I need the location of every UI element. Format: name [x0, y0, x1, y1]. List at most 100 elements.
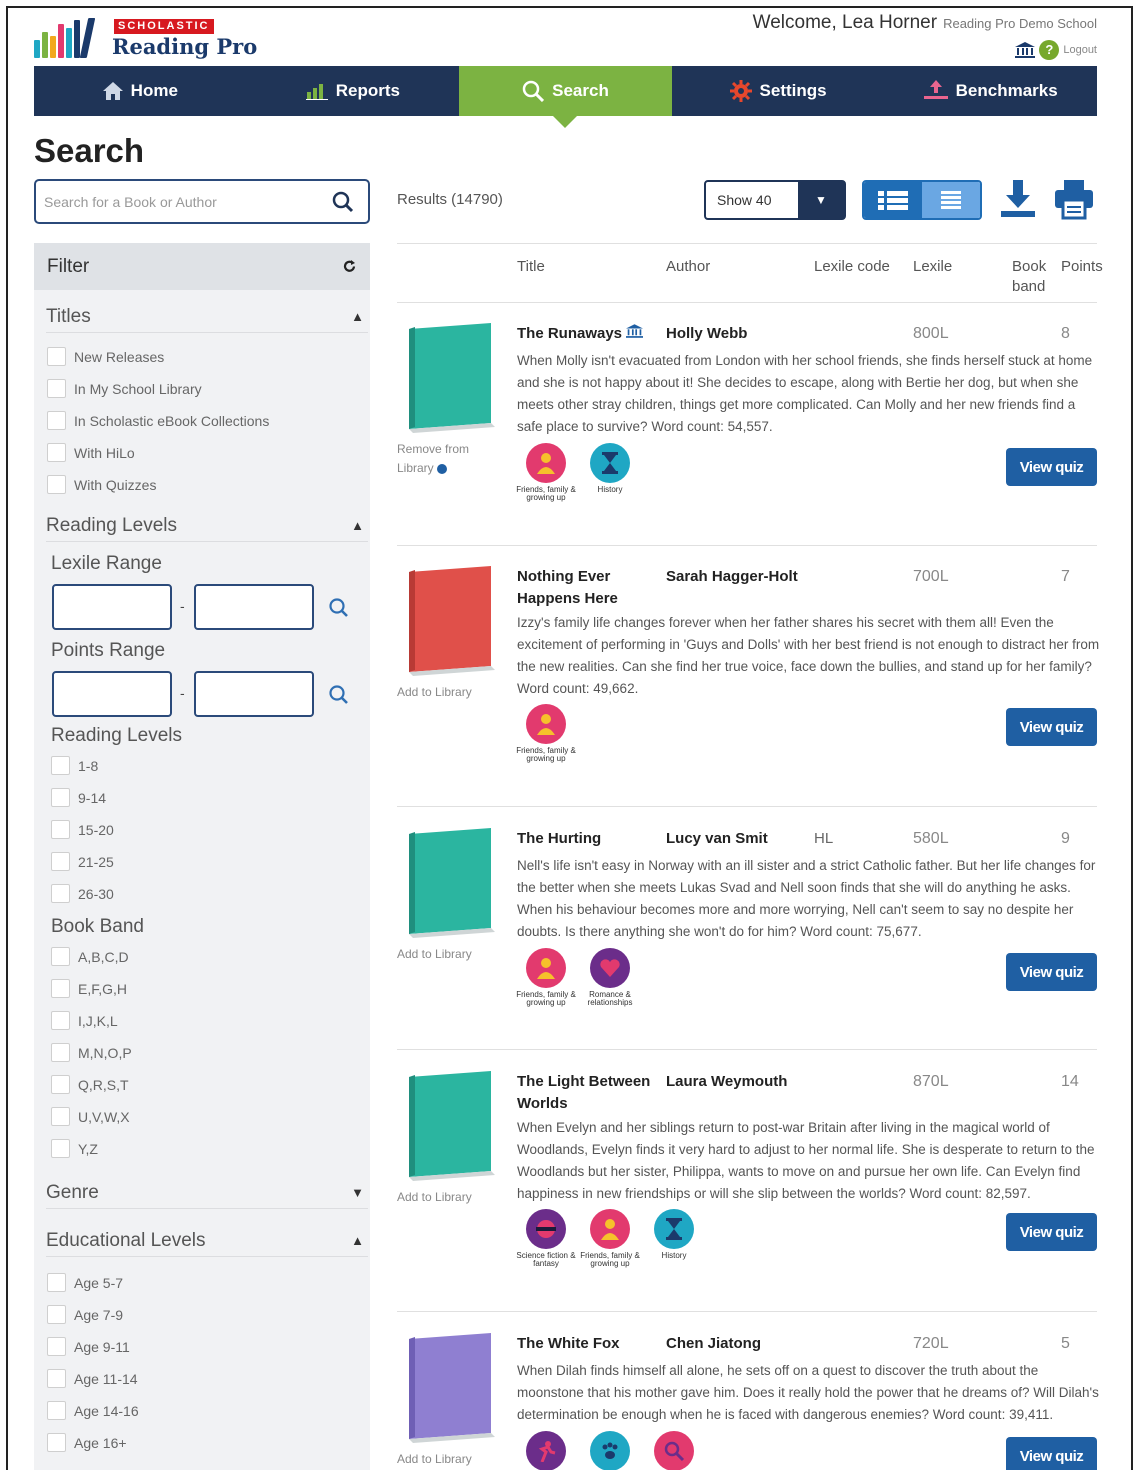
- filter-in-ebook-collections[interactable]: In Scholastic eBook Collections: [47, 411, 269, 430]
- filter-band-abcd[interactable]: A,B,C,D: [51, 947, 129, 966]
- column-title[interactable]: Title: [517, 257, 545, 277]
- filter-band-ijkl[interactable]: I,J,K,L: [51, 1011, 118, 1030]
- checkbox[interactable]: [51, 1043, 70, 1062]
- filter-band-qrst[interactable]: Q,R,S,T: [51, 1075, 129, 1094]
- help-icon[interactable]: ?: [1039, 40, 1060, 60]
- filter-age-11-14[interactable]: Age 11-14: [47, 1369, 138, 1388]
- checkbox[interactable]: [51, 1075, 70, 1094]
- genre-animals[interactable]: [579, 1431, 641, 1470]
- book-author[interactable]: Laura Weymouth: [666, 1071, 811, 1093]
- view-quiz-button[interactable]: View quiz: [1006, 953, 1097, 991]
- column-lexile-code[interactable]: Lexile code: [814, 257, 890, 277]
- filter-level-21-25[interactable]: 21-25: [51, 852, 114, 871]
- book-title[interactable]: The Light Between Worlds: [517, 1071, 657, 1115]
- logout-link[interactable]: Logout: [1063, 44, 1097, 56]
- filter-age-9-11[interactable]: Age 9-11: [47, 1337, 130, 1356]
- book-cover-icon[interactable]: [405, 566, 495, 676]
- search-icon[interactable]: [332, 191, 354, 213]
- view-quiz-button[interactable]: View quiz: [1006, 1213, 1097, 1251]
- library-icon[interactable]: [1015, 42, 1036, 58]
- checkbox[interactable]: [47, 411, 66, 430]
- genre-science-fiction[interactable]: Science fiction & fantasy: [515, 1209, 577, 1268]
- column-lexile[interactable]: Lexile: [913, 257, 952, 277]
- filter-with-hilo[interactable]: With HiLo: [47, 443, 135, 462]
- book-title[interactable]: Nothing Ever Happens Here: [517, 566, 657, 610]
- book-title[interactable]: The Runaways: [517, 323, 657, 345]
- book-search-input[interactable]: [44, 189, 324, 215]
- genre-mystery[interactable]: [643, 1431, 705, 1470]
- checkbox[interactable]: [51, 979, 70, 998]
- filter-level-9-14[interactable]: 9-14: [51, 788, 106, 807]
- remove-from-library-link[interactable]: Remove from Library: [397, 440, 487, 478]
- download-icon[interactable]: [998, 178, 1038, 220]
- filter-level-15-20[interactable]: 15-20: [51, 820, 114, 839]
- view-quiz-button[interactable]: View quiz: [1006, 1437, 1097, 1470]
- points-max-input[interactable]: [194, 671, 314, 717]
- nav-search[interactable]: Search: [459, 66, 672, 116]
- add-to-library-link[interactable]: Add to Library: [397, 1450, 472, 1469]
- filter-with-quizzes[interactable]: With Quizzes: [47, 475, 156, 494]
- search-icon[interactable]: [328, 597, 350, 619]
- genre-romance[interactable]: Romance & relationships: [579, 948, 641, 1007]
- checkbox[interactable]: [51, 788, 70, 807]
- checkbox[interactable]: [51, 756, 70, 775]
- reset-filter-icon[interactable]: [343, 260, 356, 273]
- search-icon[interactable]: [328, 684, 350, 706]
- lexile-max-input[interactable]: [194, 584, 314, 630]
- genre-friends-family[interactable]: Friends, family & growing up: [515, 704, 577, 763]
- genre-friends-family[interactable]: Friends, family & growing up: [579, 1209, 641, 1268]
- view-quiz-button[interactable]: View quiz: [1006, 708, 1097, 746]
- nav-home[interactable]: Home: [34, 66, 247, 116]
- genre-history[interactable]: History: [579, 443, 641, 494]
- book-author[interactable]: Chen Jiatong: [666, 1333, 811, 1355]
- book-author[interactable]: Lucy van Smit: [666, 828, 811, 850]
- page-size-select[interactable]: Show 40 ▼: [704, 180, 846, 220]
- titles-section-toggle[interactable]: Titles ▲: [46, 301, 368, 333]
- column-book-band[interactable]: Book band: [1012, 257, 1052, 297]
- book-title[interactable]: The White Fox: [517, 1333, 657, 1355]
- add-to-library-link[interactable]: Add to Library: [397, 945, 472, 964]
- book-author[interactable]: Holly Webb: [666, 323, 811, 345]
- nav-reports[interactable]: Reports: [246, 66, 460, 116]
- nav-benchmarks[interactable]: Benchmarks: [884, 66, 1097, 116]
- filter-age-14-16[interactable]: Age 14-16: [47, 1401, 139, 1420]
- column-author[interactable]: Author: [666, 257, 710, 277]
- checkbox[interactable]: [47, 347, 66, 366]
- book-cover-icon[interactable]: [405, 323, 495, 433]
- scholastic-reading-pro-logo[interactable]: SCHOLASTIC Reading Pro: [34, 16, 257, 62]
- book-author[interactable]: Sarah Hagger-Holt: [666, 566, 811, 588]
- compact-view-button[interactable]: [922, 182, 980, 218]
- filter-level-26-30[interactable]: 26-30: [51, 884, 114, 903]
- reading-levels-section-toggle[interactable]: Reading Levels ▲: [46, 510, 368, 542]
- checkbox[interactable]: [51, 947, 70, 966]
- filter-band-mnop[interactable]: M,N,O,P: [51, 1043, 132, 1062]
- nav-settings[interactable]: Settings: [671, 66, 885, 116]
- genre-friends-family[interactable]: Friends, family & growing up: [515, 948, 577, 1007]
- checkbox[interactable]: [47, 1305, 66, 1324]
- book-cover-icon[interactable]: [405, 828, 495, 938]
- column-points[interactable]: Points: [1061, 257, 1103, 277]
- detail-view-button[interactable]: [864, 182, 922, 218]
- checkbox[interactable]: [47, 475, 66, 494]
- genre-section-toggle[interactable]: Genre ▼: [46, 1177, 368, 1209]
- print-icon[interactable]: [1054, 178, 1094, 220]
- checkbox[interactable]: [51, 820, 70, 839]
- points-min-input[interactable]: [52, 671, 172, 717]
- add-to-library-link[interactable]: Add to Library: [397, 1188, 472, 1207]
- book-cover-icon[interactable]: [405, 1333, 495, 1443]
- filter-band-yz[interactable]: Y,Z: [51, 1139, 98, 1158]
- view-quiz-button[interactable]: View quiz: [1006, 448, 1097, 486]
- checkbox[interactable]: [51, 884, 70, 903]
- checkbox[interactable]: [47, 1369, 66, 1388]
- checkbox[interactable]: [47, 1433, 66, 1452]
- chevron-down-icon[interactable]: ▼: [798, 182, 844, 218]
- genre-friends-family[interactable]: Friends, family & growing up: [515, 443, 577, 502]
- checkbox[interactable]: [47, 1273, 66, 1292]
- filter-age-7-9[interactable]: Age 7-9: [47, 1305, 123, 1324]
- checkbox[interactable]: [51, 852, 70, 871]
- filter-new-releases[interactable]: New Releases: [47, 347, 164, 366]
- lexile-min-input[interactable]: [52, 584, 172, 630]
- genre-history[interactable]: History: [643, 1209, 705, 1260]
- filter-band-uvwx[interactable]: U,V,W,X: [51, 1107, 130, 1126]
- filter-band-efgh[interactable]: E,F,G,H: [51, 979, 127, 998]
